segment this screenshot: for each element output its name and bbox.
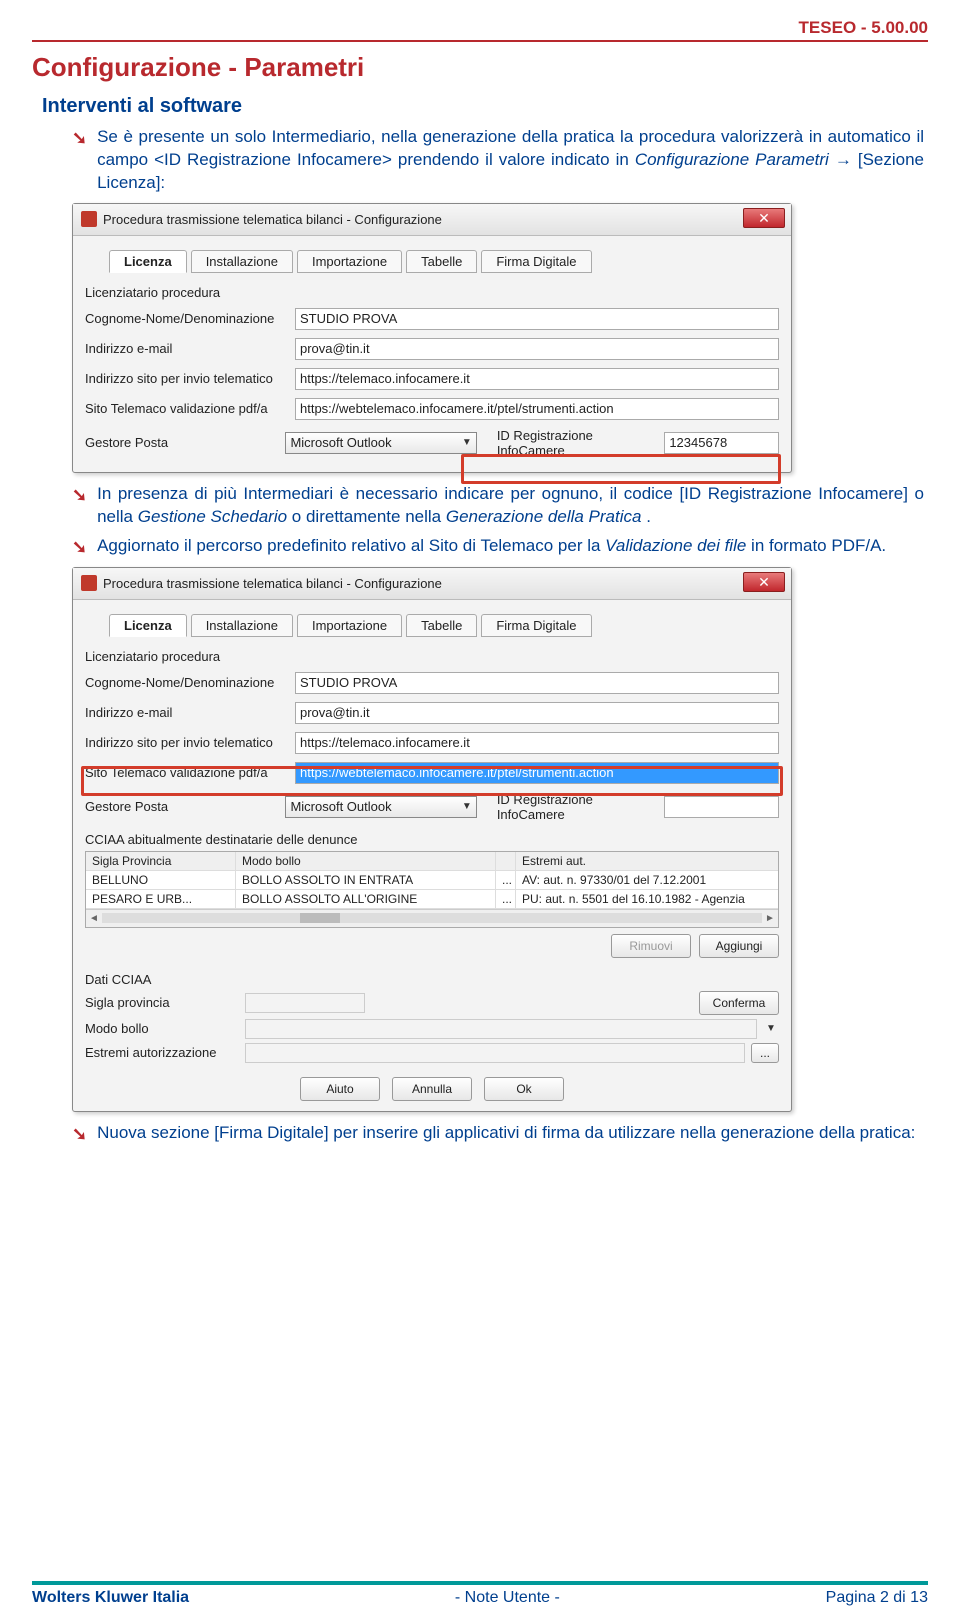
page-footer: Wolters Kluwer Italia - Note Utente - Pa… — [0, 1575, 960, 1619]
label-email: Indirizzo e-mail — [85, 341, 295, 356]
input-sigla-prov[interactable] — [245, 993, 365, 1013]
label-sigla-prov: Sigla provincia — [85, 995, 245, 1010]
input-modo-bollo[interactable] — [245, 1019, 757, 1039]
label-gestore: Gestore Posta — [85, 435, 285, 450]
tab-importazione[interactable]: Importazione — [297, 614, 402, 637]
input-sito-invio[interactable]: https://telemaco.infocamere.it — [295, 368, 779, 390]
aggiungi-button[interactable]: Aggiungi — [699, 934, 779, 958]
tab-row: Licenza Installazione Importazione Tabel… — [85, 250, 779, 273]
divider-teal — [32, 1581, 928, 1585]
annulla-button[interactable]: Annulla — [392, 1077, 472, 1101]
label-licenziatario: Licenziatario procedura — [85, 649, 295, 664]
bullet-arrow-icon: ➘ — [72, 126, 87, 150]
col-dots — [496, 852, 516, 870]
aiuto-button[interactable]: Aiuto — [300, 1077, 380, 1101]
col-modobollo: Modo bollo — [236, 852, 496, 870]
input-estremi[interactable] — [245, 1043, 745, 1063]
table-row[interactable]: PESARO E URB... BOLLO ASSOLTO ALL'ORIGIN… — [86, 890, 778, 909]
close-icon[interactable]: ✕ — [743, 208, 785, 228]
input-idreg[interactable] — [664, 796, 779, 818]
input-denominazione[interactable]: STUDIO PROVA — [295, 308, 779, 330]
tab-firma[interactable]: Firma Digitale — [481, 614, 591, 637]
scroll-left-icon[interactable]: ◄ — [86, 913, 102, 924]
chevron-down-icon: ▼ — [462, 437, 472, 448]
label-sito-invio: Indirizzo sito per invio telematico — [85, 735, 295, 750]
dialog-titlebar: Procedura trasmissione telematica bilanc… — [73, 204, 791, 236]
screenshot-config-2: Procedura trasmissione telematica bilanc… — [72, 567, 792, 1112]
header-right: TESEO - 5.00.00 — [32, 18, 928, 38]
browse-button[interactable]: ... — [751, 1043, 779, 1063]
tab-tabelle[interactable]: Tabelle — [406, 250, 477, 273]
table-row[interactable]: BELLUNO BOLLO ASSOLTO IN ENTRATA ... AV:… — [86, 871, 778, 890]
input-email[interactable]: prova@tin.it — [295, 702, 779, 724]
bullet-2: ➘ In presenza di più Intermediari è nece… — [72, 483, 924, 529]
footer-right: Pagina 2 di 13 — [826, 1589, 928, 1607]
cciaa-section-label: CCIAA abitualmente destinatarie delle de… — [85, 832, 779, 847]
tab-importazione[interactable]: Importazione — [297, 250, 402, 273]
label-sito-invio: Indirizzo sito per invio telematico — [85, 371, 295, 386]
label-idreg: ID Registrazione InfoCamere — [497, 428, 657, 458]
tab-tabelle[interactable]: Tabelle — [406, 614, 477, 637]
bullet-arrow-icon: ➘ — [72, 1122, 87, 1146]
rimuovi-button[interactable]: Rimuovi — [611, 934, 691, 958]
tab-row: Licenza Installazione Importazione Tabel… — [85, 614, 779, 637]
label-estremi: Estremi autorizzazione — [85, 1045, 245, 1060]
dialog-title: Procedura trasmissione telematica bilanc… — [103, 576, 442, 591]
label-denominazione: Cognome-Nome/Denominazione — [85, 675, 295, 690]
label-gestore: Gestore Posta — [85, 799, 285, 814]
bullet-arrow-icon: ➘ — [72, 483, 87, 507]
input-sito-val-selected[interactable]: https://webtelemaco.infocamere.it/ptel/s… — [295, 762, 779, 784]
tab-licenza[interactable]: Licenza — [109, 614, 187, 637]
label-modo-bollo: Modo bollo — [85, 1021, 245, 1036]
bullet-4: ➘ Nuova sezione [Firma Digitale] per ins… — [72, 1122, 924, 1146]
label-email: Indirizzo e-mail — [85, 705, 295, 720]
input-sito-val[interactable]: https://webtelemaco.infocamere.it/ptel/s… — [295, 398, 779, 420]
table-scrollbar[interactable]: ◄ ► — [86, 909, 778, 927]
input-denominazione[interactable]: STUDIO PROVA — [295, 672, 779, 694]
dati-cciaa-label: Dati CCIAA — [85, 972, 779, 987]
label-licenziatario: Licenziatario procedura — [85, 285, 295, 300]
footer-center: - Note Utente - — [455, 1589, 560, 1607]
select-gestore[interactable]: Microsoft Outlook ▼ — [285, 432, 476, 454]
section-title: Configurazione - Parametri — [32, 52, 928, 83]
section-subtitle: Interventi al software — [42, 95, 928, 118]
input-sito-invio[interactable]: https://telemaco.infocamere.it — [295, 732, 779, 754]
col-estremi: Estremi aut. — [516, 852, 778, 870]
conferma-button[interactable]: Conferma — [699, 991, 779, 1015]
close-icon[interactable]: ✕ — [743, 572, 785, 592]
dialog-titlebar: Procedura trasmissione telematica bilanc… — [73, 568, 791, 600]
app-icon — [81, 575, 97, 591]
select-gestore[interactable]: Microsoft Outlook ▼ — [285, 796, 476, 818]
footer-left: Wolters Kluwer Italia — [32, 1589, 189, 1607]
bullet-arrow-icon: ➘ — [72, 535, 87, 559]
tab-firma[interactable]: Firma Digitale — [481, 250, 591, 273]
chevron-down-icon: ▼ — [462, 801, 472, 812]
scroll-right-icon[interactable]: ► — [762, 913, 778, 924]
label-sito-val: Sito Telemaco validazione pdf/a — [85, 765, 295, 780]
tab-licenza[interactable]: Licenza — [109, 250, 187, 273]
input-email[interactable]: prova@tin.it — [295, 338, 779, 360]
col-sigla: Sigla Provincia — [86, 852, 236, 870]
dialog-title: Procedura trasmissione telematica bilanc… — [103, 212, 442, 227]
chevron-down-icon[interactable]: ▼ — [763, 1023, 779, 1034]
bullet-1: ➘ Se è presente un solo Intermediario, n… — [72, 126, 924, 195]
label-sito-val: Sito Telemaco validazione pdf/a — [85, 401, 295, 416]
screenshot-config-1: Procedura trasmissione telematica bilanc… — [72, 203, 792, 473]
tab-installazione[interactable]: Installazione — [191, 614, 293, 637]
cciaa-table: Sigla Provincia Modo bollo Estremi aut. … — [85, 851, 779, 928]
tab-installazione[interactable]: Installazione — [191, 250, 293, 273]
ok-button[interactable]: Ok — [484, 1077, 564, 1101]
label-denominazione: Cognome-Nome/Denominazione — [85, 311, 295, 326]
label-idreg: ID Registrazione InfoCamere — [497, 792, 657, 822]
divider-red — [32, 40, 928, 42]
input-idreg[interactable]: 12345678 — [664, 432, 779, 454]
app-icon — [81, 211, 97, 227]
bullet-3: ➘ Aggiornato il percorso predefinito rel… — [72, 535, 924, 559]
